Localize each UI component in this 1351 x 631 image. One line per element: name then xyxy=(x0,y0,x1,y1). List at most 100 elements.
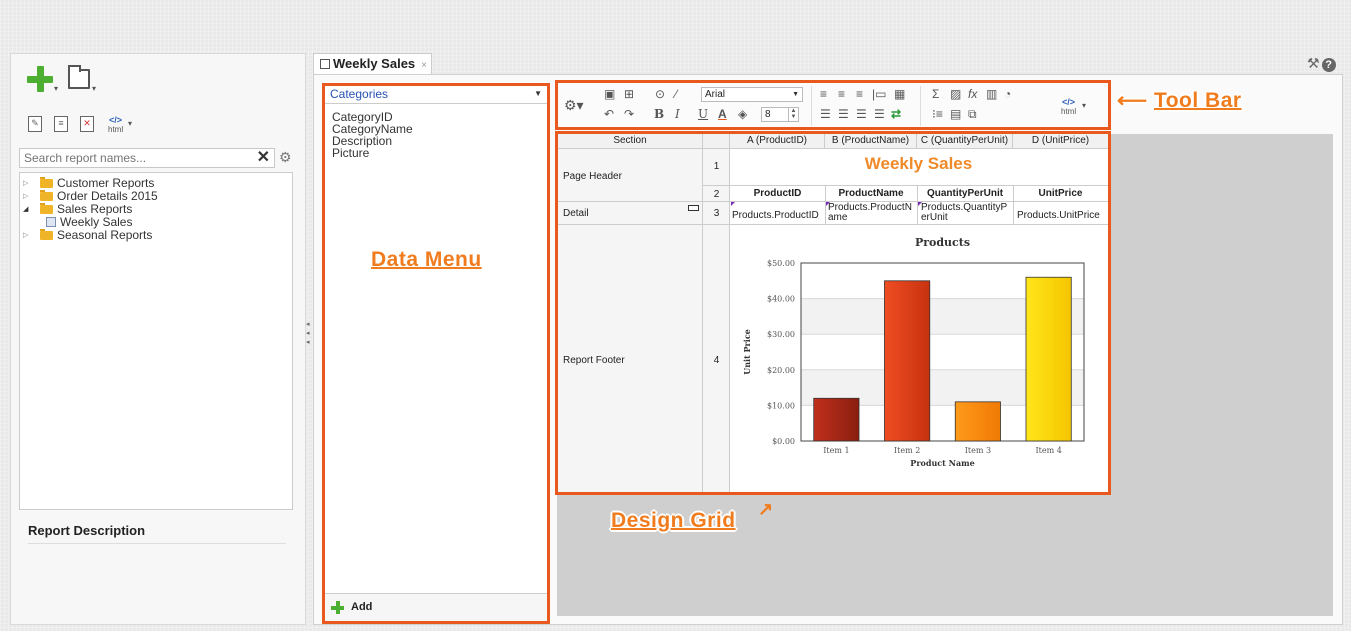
row-number[interactable]: 1 xyxy=(703,161,730,172)
indent-icon[interactable]: ⁝≡ xyxy=(932,107,943,121)
header-cell-quantityperunit[interactable]: QuantityPerUnit xyxy=(917,188,1013,199)
field-list: CategoryID CategoryName Description Pict… xyxy=(325,104,547,159)
folder-dropdown-caret[interactable]: ▾ xyxy=(92,84,96,93)
align-middle-icon[interactable]: ≡ xyxy=(838,87,845,101)
align-left-icon[interactable]: ☰ xyxy=(820,107,831,121)
grid-icon[interactable]: ▦ xyxy=(894,87,905,101)
y-tick-label: $10.00 xyxy=(767,401,795,410)
sum-icon[interactable]: Σ xyxy=(932,87,939,101)
font-color-button[interactable]: A xyxy=(718,107,727,121)
font-select[interactable]: Arial ▼ xyxy=(701,87,803,102)
insert-icon[interactable]: ⊞ xyxy=(624,87,634,101)
header-cell-unitprice[interactable]: UnitPrice xyxy=(1013,188,1108,199)
design-grid: Section A (ProductID) B (ProductName) C … xyxy=(555,131,1111,495)
save-icon[interactable]: ▣ xyxy=(604,87,615,101)
explorer-toolbar: ✎ ≡ ✕ </> html ▾ xyxy=(28,116,228,138)
report-title-cell[interactable]: Weekly Sales xyxy=(731,154,1106,174)
section-page-header[interactable]: Page Header xyxy=(563,171,622,182)
column-header-a[interactable]: A (ProductID) xyxy=(730,134,825,149)
products-chart[interactable]: Products $0.00 $10.00 $20.00 $30.00 $40.00 $50… xyxy=(736,230,1096,480)
chart-icon[interactable]: ▥ xyxy=(986,87,997,101)
stepper-icon[interactable]: ▲ ▼ xyxy=(788,108,798,121)
image-icon[interactable]: ▨ xyxy=(950,87,961,101)
tool-bar-annotation-label: Tool Bar xyxy=(1153,89,1242,112)
detail-cell-quantityperunit-line2: erUnit xyxy=(921,212,948,223)
row-number[interactable]: 2 xyxy=(703,189,730,200)
tab-weekly-sales[interactable]: Weekly Sales × xyxy=(313,53,432,75)
detail-cell-unitprice[interactable]: Products.UnitPrice xyxy=(1017,211,1100,221)
design-grid-inner: Section A (ProductID) B (ProductName) C … xyxy=(558,134,1108,492)
add-field-button[interactable]: Add xyxy=(325,593,547,621)
row-number[interactable]: 3 xyxy=(703,208,730,219)
bold-button[interactable]: B xyxy=(654,107,664,121)
tree-item-seasonal-reports[interactable]: ▷ Seasonal Reports xyxy=(20,229,292,242)
tools-icon[interactable]: ⚒ xyxy=(1307,55,1320,71)
header-cell-productid[interactable]: ProductID xyxy=(730,188,825,199)
y-tick-label: $40.00 xyxy=(767,295,795,304)
close-tab-icon[interactable]: × xyxy=(421,60,427,71)
justify-icon[interactable]: ☰ xyxy=(874,107,885,121)
tree-item-label: Weekly Sales xyxy=(60,215,133,229)
column-header-b[interactable]: B (ProductName) xyxy=(825,134,917,149)
formula-icon[interactable]: fx xyxy=(968,87,977,101)
clear-search-icon[interactable]: ✕ xyxy=(257,149,270,167)
expand-arrow-icon[interactable]: ▷ xyxy=(23,229,28,242)
divider xyxy=(920,86,921,126)
border-icon[interactable]: |▭ xyxy=(872,87,886,101)
copy-icon[interactable]: ≡ xyxy=(54,116,68,132)
preview-dropdown-caret[interactable]: ▾ xyxy=(1082,101,1086,110)
search-input[interactable] xyxy=(20,149,240,167)
font-size-input[interactable]: 8 ▲ ▼ xyxy=(761,107,799,122)
column-header-c[interactable]: C (QuantityPerUnit) xyxy=(917,134,1013,149)
gear-icon[interactable]: ⚙ xyxy=(279,149,292,166)
expand-arrow-icon[interactable]: ▷ xyxy=(23,190,28,203)
align-bottom-icon[interactable]: ≡ xyxy=(856,87,863,101)
layers-icon[interactable]: ⧉ xyxy=(968,107,977,121)
redo-icon[interactable]: ↷ xyxy=(624,107,634,121)
detail-group-icon[interactable] xyxy=(688,205,699,211)
detail-cell-productname[interactable]: Products.ProductN ame xyxy=(828,203,912,223)
section-report-footer[interactable]: Report Footer xyxy=(563,355,625,366)
html-export-icon[interactable]: </> html xyxy=(108,116,123,135)
field-item[interactable]: Picture xyxy=(332,147,547,159)
column-header-d[interactable]: D (UnitPrice) xyxy=(1013,134,1108,149)
fill-color-icon[interactable]: ◈ xyxy=(738,107,747,121)
align-top-icon[interactable]: ≡ xyxy=(820,87,827,101)
chevron-down-icon[interactable]: ▼ xyxy=(534,86,542,102)
tab-label: Weekly Sales xyxy=(333,56,416,71)
html-preview-icon[interactable]: </> html xyxy=(1061,98,1076,117)
detail-cell-quantityperunit[interactable]: Products.QuantityP erUnit xyxy=(921,203,1007,223)
undo-icon[interactable]: ↶ xyxy=(604,107,614,121)
chart-bar xyxy=(954,401,1001,442)
detail-cell-productid[interactable]: Products.ProductID xyxy=(732,211,819,221)
add-dropdown-caret[interactable]: ▾ xyxy=(54,84,58,93)
format-painter-icon[interactable]: ⊙ xyxy=(655,87,665,101)
help-icon[interactable]: ? xyxy=(1321,58,1336,72)
merge-icon[interactable]: ▤ xyxy=(950,107,961,121)
edit-report-icon xyxy=(320,59,330,69)
table-select[interactable]: Categories ▼ xyxy=(325,86,547,104)
gauge-icon[interactable]: ◔ xyxy=(1004,87,1011,101)
align-right-icon[interactable]: ☰ xyxy=(856,107,867,121)
wrap-text-icon[interactable]: ⇄ xyxy=(891,107,901,121)
section-detail[interactable]: Detail xyxy=(563,208,589,219)
panel-splitter-handle[interactable]: ◂ ◂ ◂ xyxy=(306,320,310,347)
add-new-icon[interactable] xyxy=(27,66,53,92)
expand-arrow-icon[interactable]: ▷ xyxy=(23,177,28,190)
brush-icon[interactable]: ∕ xyxy=(675,87,677,101)
header-cell-productname[interactable]: ProductName xyxy=(825,188,917,199)
grid-line xyxy=(703,185,1108,186)
tree-item-label: Seasonal Reports xyxy=(57,228,153,242)
underline-button[interactable]: U xyxy=(698,107,708,121)
chevron-down-icon[interactable]: ▼ xyxy=(792,88,799,101)
row-number[interactable]: 4 xyxy=(703,355,730,366)
settings-icon[interactable]: ⚙▾ xyxy=(564,98,584,112)
export-dropdown-caret[interactable]: ▾ xyxy=(128,119,132,128)
align-center-icon[interactable]: ☰ xyxy=(838,107,849,121)
delete-icon[interactable]: ✕ xyxy=(80,116,94,132)
plus-icon xyxy=(331,601,344,614)
italic-button[interactable]: I xyxy=(675,107,680,121)
edit-icon[interactable]: ✎ xyxy=(28,116,42,132)
new-folder-icon[interactable] xyxy=(68,65,90,89)
collapse-arrow-icon[interactable]: ◢ xyxy=(23,203,28,216)
